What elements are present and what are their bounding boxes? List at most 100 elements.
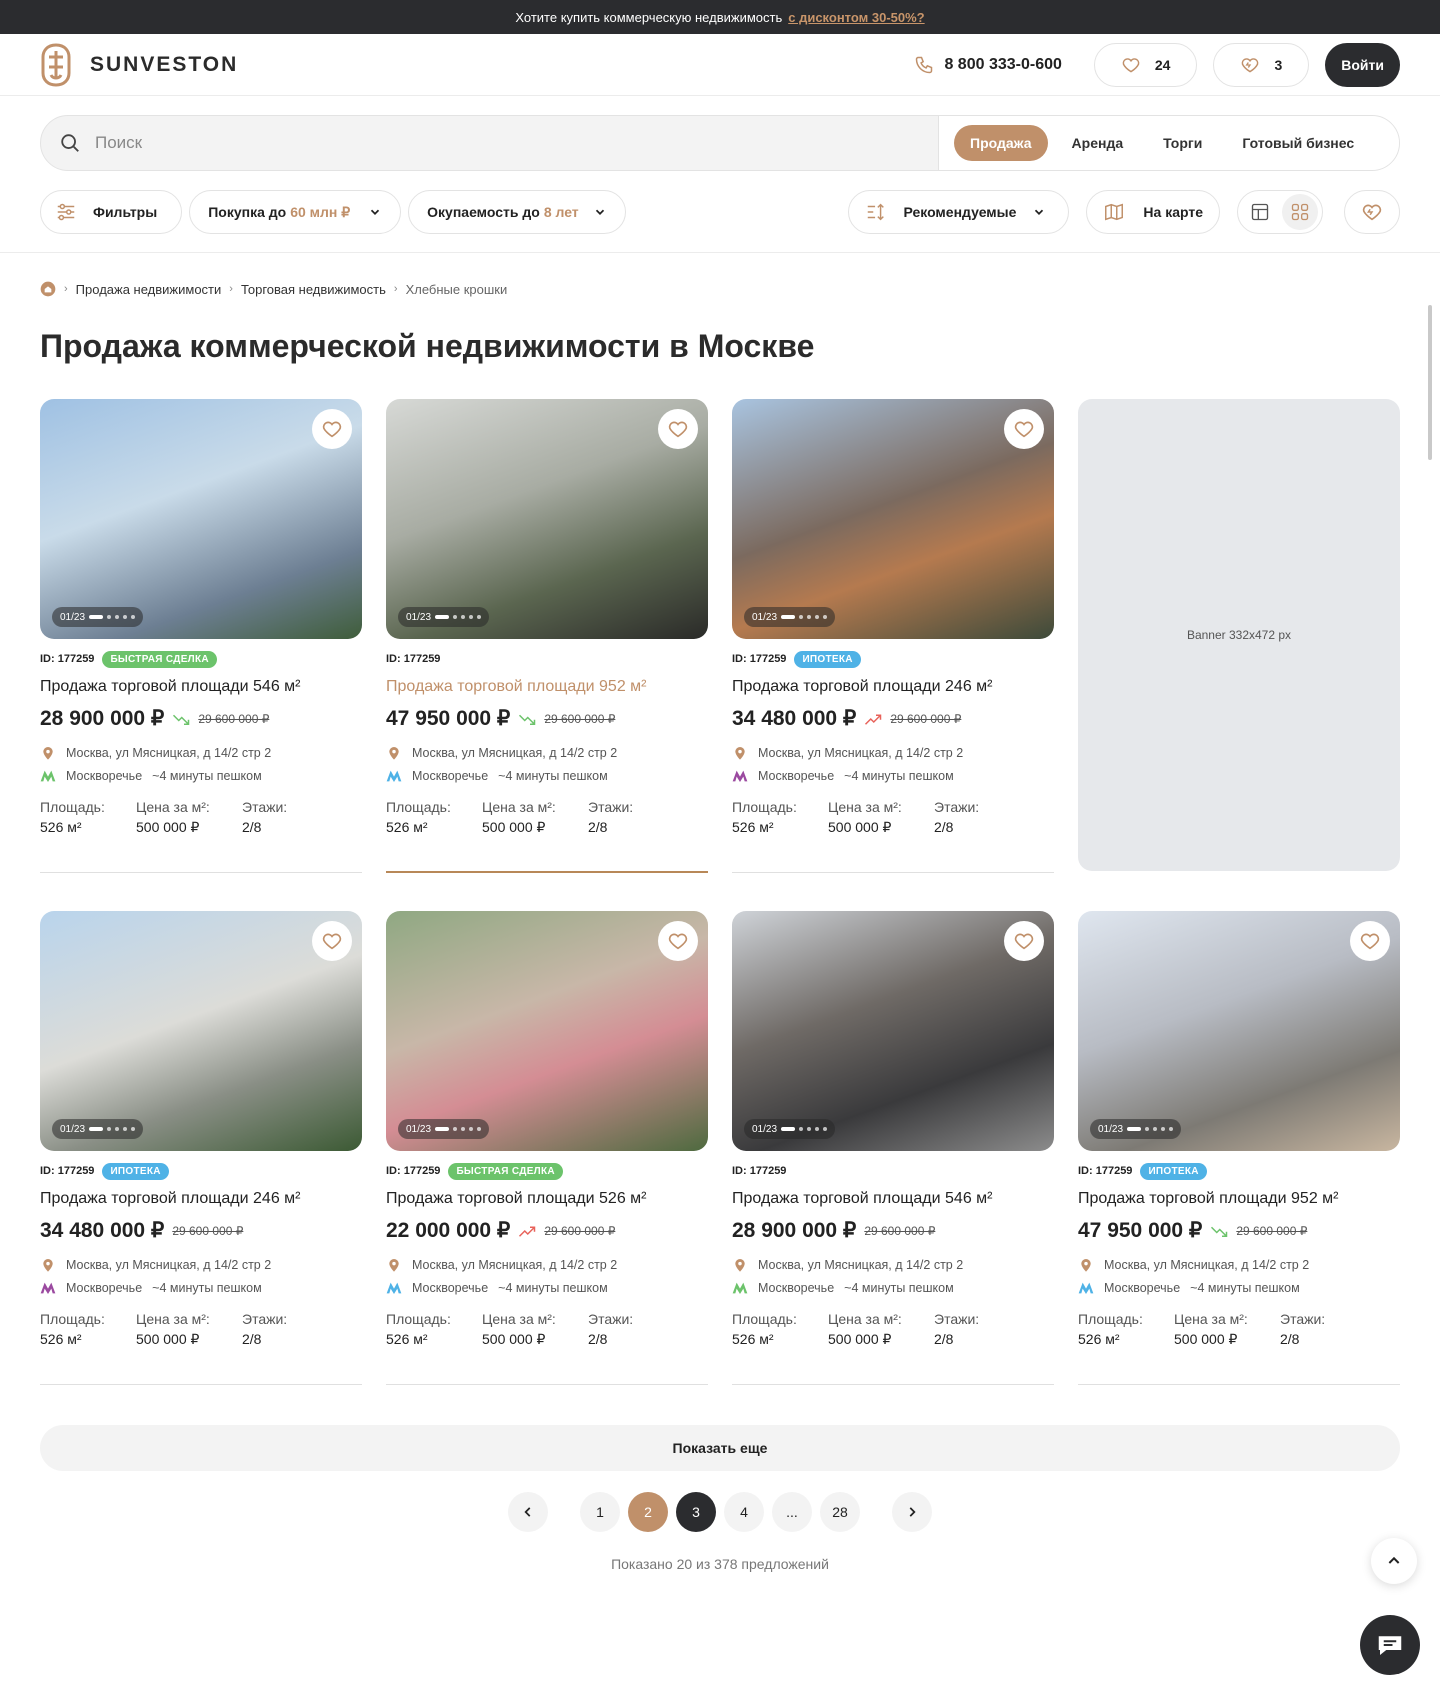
page-button[interactable]: 4 [724,1492,764,1532]
map-icon [1105,203,1124,221]
metro-icon [386,770,402,782]
listing-address: Москва, ул Мясницкая, д 14/2 стр 2 [1078,1257,1400,1273]
listing-card[interactable]: 01/23 ID: 177259 Продажа торговой площад… [732,911,1054,1385]
tab-ready-business[interactable]: Готовый бизнес [1226,125,1370,161]
listing-stats: Площадь: 526 м² Цена за м²: 500 000 ₽ Этаж… [386,799,634,835]
listing-photo[interactable]: 01/23 [732,399,1054,639]
trend-down-icon [173,714,190,725]
listing-photo[interactable]: 01/23 [386,911,708,1151]
prev-page-button[interactable] [508,1492,548,1532]
listing-card[interactable]: 01/23 ID: 177259 Быстрая сделка Продажа … [40,399,362,873]
favorite-button[interactable] [1350,921,1390,961]
listing-address: Москва, ул Мясницкая, д 14/2 стр 2 [40,745,362,761]
list-view-button[interactable] [1242,194,1278,230]
listing-title[interactable]: Продажа торговой площади 546 м² [732,1190,1054,1208]
listing-old-price: 29 600 000 ₽ [1236,1223,1308,1238]
home-icon[interactable] [40,281,56,297]
grid-view-button[interactable] [1282,194,1318,230]
favorite-button[interactable] [658,409,698,449]
payback-dropdown[interactable]: Окупаемость до 8 лет [408,190,626,234]
listing-id: ID: 177259 [732,653,787,665]
chat-button[interactable] [1360,1615,1420,1675]
tab-rent[interactable]: Аренда [1056,125,1140,161]
search-field[interactable] [41,116,938,170]
listing-title[interactable]: Продажа торговой площади 952 м² [1078,1190,1400,1208]
listing-card[interactable]: 01/23 ID: 177259 Быстрая сделка Продажа … [386,911,708,1385]
grid-view-icon [1291,203,1309,221]
listing-title[interactable]: Продажа торговой площади 246 м² [40,1190,362,1208]
page-button-current[interactable]: 2 [628,1492,668,1532]
breadcrumb-item[interactable]: Торговая недвижимость [241,282,386,297]
listing-address: Москва, ул Мясницкая, д 14/2 стр 2 [40,1257,362,1273]
listing-stats: Площадь: 526 м² Цена за м²: 500 000 ₽ Этаж… [40,799,288,835]
promo-text: Хотите купить коммерческую недвижимость [515,9,783,25]
listing-id: ID: 177259 [40,1165,95,1177]
sort-dropdown[interactable]: Рекомендуемые [848,190,1070,234]
brand-name: SUNVESTON [90,52,239,76]
chevron-down-icon [1035,209,1044,215]
search-icon [61,134,79,152]
listing-stats: Площадь: 526 м² Цена за м²: 500 000 ₽ Этаж… [1078,1311,1326,1347]
listing-photo[interactable]: 01/23 [40,911,362,1151]
location-pin-icon [735,1259,745,1272]
tab-sale[interactable]: Продажа [954,125,1048,161]
listing-photo[interactable]: 01/23 [40,399,362,639]
show-more-button[interactable]: Показать еще [40,1425,1400,1471]
listing-card[interactable]: 01/23 ID: 177259 Ипотека Продажа торгово… [732,399,1054,873]
metro-icon [386,1282,402,1294]
compare-button[interactable]: 3 [1213,42,1310,87]
favorites-button[interactable]: 24 [1093,42,1198,87]
phone-number: 8 800 333-0-600 [944,55,1062,73]
deal-mode-tabs: Продажа Аренда Торги Готовый бизнес [938,116,1399,170]
view-toggle [1237,190,1323,234]
listing-price: 34 480 000 ₽ [732,707,857,730]
page-title: Продажа коммерческой недвижимости в Моск… [40,328,815,364]
promo-bar: Хотите купить коммерческую недвижимость … [0,0,1440,34]
promo-link[interactable]: с дисконтом 30-50%? [788,10,924,25]
budget-dropdown[interactable]: Покупка до 60 млн ₽ [189,190,402,234]
favorite-button[interactable] [312,921,352,961]
listing-title[interactable]: Продажа торговой площади 246 м² [732,678,1054,696]
page-button[interactable]: 1 [580,1492,620,1532]
listing-card[interactable]: 01/23 ID: 177259 Ипотека Продажа торгово… [40,911,362,1385]
listing-photo[interactable]: 01/23 [1078,911,1400,1151]
phone-link[interactable]: 8 800 333-0-600 [914,55,1062,75]
favorite-button[interactable] [312,409,352,449]
map-button[interactable]: На карте [1086,190,1220,234]
favorite-button[interactable] [658,921,698,961]
listing-price: 47 950 000 ₽ [386,707,511,730]
listing-card[interactable]: 01/23 ID: 177259 Продажа торговой площад… [386,399,708,873]
favorite-button[interactable] [1004,921,1044,961]
listing-id: ID: 177259 [386,1165,441,1177]
page-button[interactable]: 28 [820,1492,860,1532]
listing-title[interactable]: Продажа торговой площади 546 м² [40,678,362,696]
filters-button[interactable]: Фильтры [40,190,183,234]
login-button[interactable]: Войти [1325,42,1400,87]
chevron-down-icon [595,209,604,215]
listing-address: Москва, ул Мясницкая, д 14/2 стр 2 [732,745,1054,761]
page-button-hovered[interactable]: 3 [676,1492,716,1532]
listing-title[interactable]: Продажа торговой площади 952 м² [386,678,708,696]
next-page-button[interactable] [892,1492,932,1532]
logo[interactable]: SUNVESTON [40,42,239,87]
scrollbar[interactable] [1428,305,1432,460]
listing-card[interactable]: 01/23 ID: 177259 Ипотека Продажа торгово… [1078,911,1400,1385]
favorites-count: 24 [1154,56,1171,73]
listing-stats: Площадь: 526 м² Цена за м²: 500 000 ₽ Этаж… [732,1311,980,1347]
scroll-top-button[interactable] [1371,1538,1417,1584]
compare-filter-button[interactable] [1344,190,1400,234]
listing-price: 47 950 000 ₽ [1078,1219,1203,1242]
trend-up-icon [865,714,882,725]
listing-stats: Площадь: 526 м² Цена за м²: 500 000 ₽ Этаж… [40,1311,288,1347]
compare-count: 3 [1274,56,1283,73]
search-input[interactable] [95,133,695,153]
tab-auctions[interactable]: Торги [1147,125,1218,161]
metro-icon [732,770,748,782]
listing-title[interactable]: Продажа торговой площади 526 м² [386,1190,708,1208]
listing-photo[interactable]: 01/23 [386,399,708,639]
payback-value: 8 лет [543,204,579,220]
listing-photo[interactable]: 01/23 [732,911,1054,1151]
favorite-button[interactable] [1004,409,1044,449]
breadcrumb-item[interactable]: Продажа недвижимости [76,282,222,297]
ad-banner[interactable]: Banner 332x472 px [1078,399,1400,871]
